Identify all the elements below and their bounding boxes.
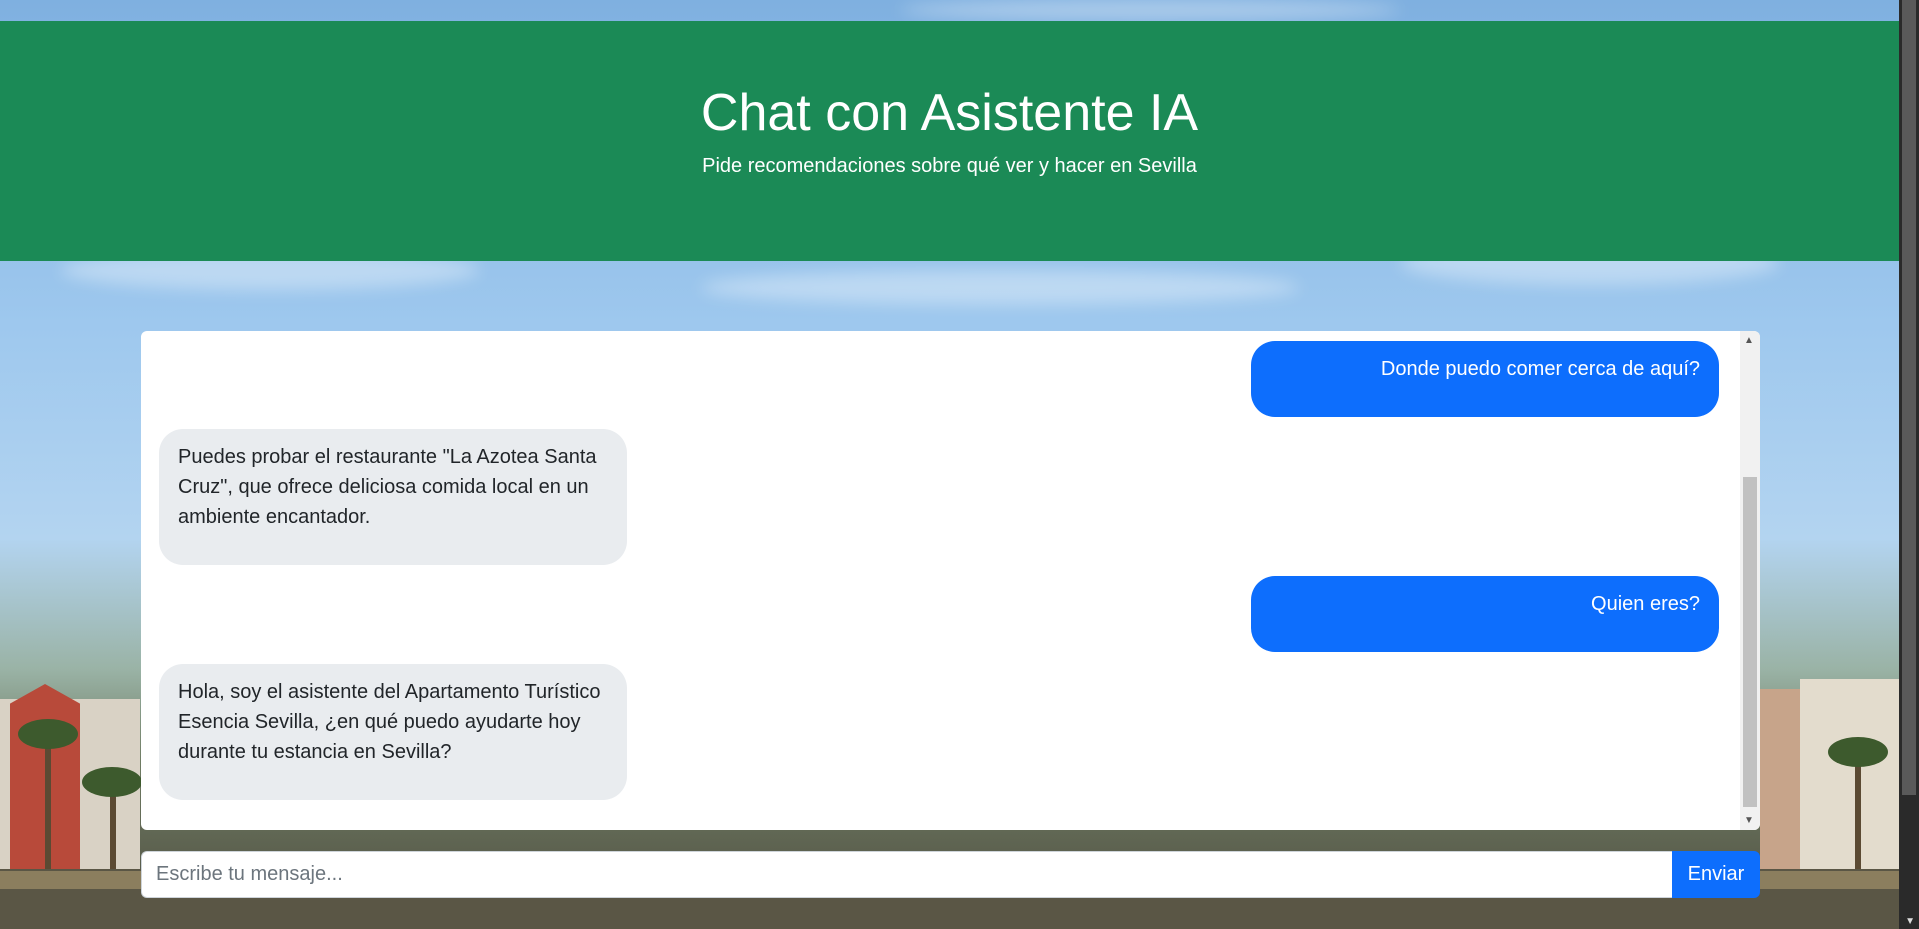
message-input-group: Enviar (141, 851, 1760, 898)
message-input[interactable] (141, 851, 1672, 898)
chat-scrollbar[interactable]: ▲ ▼ (1740, 331, 1760, 830)
page-title: Chat con Asistente IA (700, 84, 1199, 142)
assistant-message: Puedes probar el restaurante "La Azotea … (159, 429, 627, 565)
chat-scrollbar-thumb[interactable] (1743, 477, 1757, 807)
user-message: Donde puedo comer cerca de aquí? (1251, 341, 1719, 417)
scroll-down-arrow-icon[interactable]: ▼ (1744, 815, 1754, 826)
send-button[interactable]: Enviar (1672, 851, 1760, 898)
page-header: Chat con Asistente IA Pide recomendacion… (0, 21, 1899, 261)
page-scrollbar-thumb[interactable] (1902, 0, 1916, 795)
scroll-up-arrow-icon[interactable]: ▲ (1744, 335, 1754, 346)
page-scroll-down-icon[interactable]: ▼ (1905, 916, 1915, 927)
user-message: Quien eres? (1251, 576, 1719, 652)
page-subtitle: Pide recomendaciones sobre qué ver y hac… (702, 155, 1197, 177)
assistant-message: Hola, soy el asistente del Apartamento T… (159, 664, 627, 800)
chat-messages-panel[interactable]: Donde puedo comer cerca de aquí? Puedes … (141, 331, 1760, 830)
page-scrollbar[interactable]: ▼ (1899, 0, 1919, 929)
